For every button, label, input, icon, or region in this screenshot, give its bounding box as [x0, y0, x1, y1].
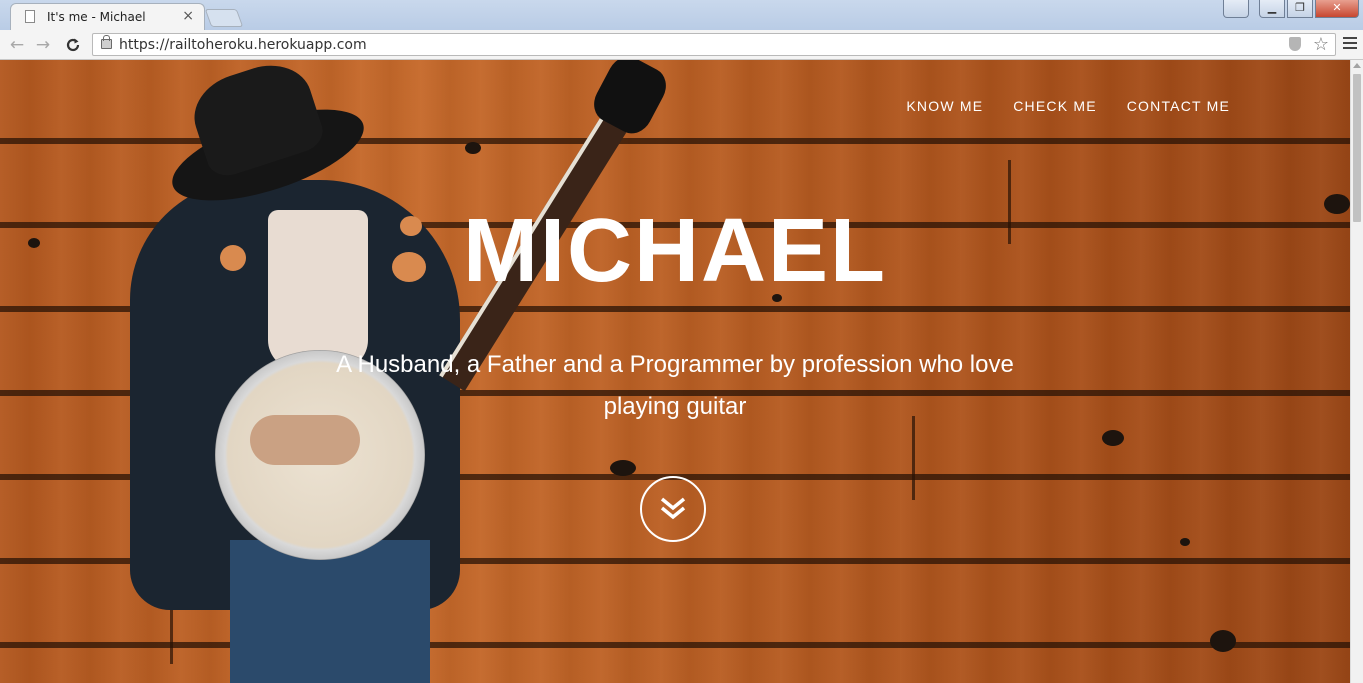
- close-window-button[interactable]: ✕: [1315, 0, 1359, 18]
- page-scrollbar[interactable]: [1350, 60, 1363, 683]
- url-text[interactable]: https://railtoheroku.herokuapp.com: [119, 37, 367, 53]
- reload-icon: [66, 38, 80, 52]
- hero-section: KNOW ME CHECK ME CONTACT ME MICHAEL A Hu…: [0, 60, 1350, 683]
- wood-knot: [1102, 430, 1124, 446]
- url-host: railtoheroku.herokuapp.com: [169, 37, 367, 53]
- hero-subtitle: A Husband, a Father and a Programmer by …: [336, 351, 1014, 420]
- scrollbar-thumb[interactable]: [1353, 74, 1361, 222]
- wood-knot: [1180, 538, 1190, 546]
- scroll-up-arrow-icon[interactable]: [1353, 63, 1361, 68]
- lock-icon: [101, 35, 112, 49]
- menu-icon[interactable]: [1343, 37, 1357, 51]
- hero-title: MICHAEL: [463, 201, 887, 301]
- scroll-down-button[interactable]: [640, 476, 706, 542]
- browser-window: It's me - Michael × ▁ ❐ ✕ ← → https://ra…: [0, 0, 1363, 683]
- nav-link-check-me[interactable]: CHECK ME: [1013, 98, 1097, 114]
- wood-knot: [1210, 630, 1236, 652]
- back-button[interactable]: ←: [6, 34, 28, 56]
- page-viewport: KNOW ME CHECK ME CONTACT ME MICHAEL A Hu…: [0, 60, 1363, 683]
- browser-tab[interactable]: It's me - Michael ×: [10, 3, 205, 31]
- address-bar[interactable]: https://railtoheroku.herokuapp.com ☆: [92, 33, 1336, 56]
- new-tab-button[interactable]: [204, 9, 244, 27]
- maximize-button[interactable]: ❐: [1287, 0, 1313, 18]
- tab-strip: It's me - Michael × ▁ ❐ ✕: [0, 0, 1363, 31]
- nav-link-contact-me[interactable]: CONTACT ME: [1127, 98, 1230, 114]
- nav-link-know-me[interactable]: KNOW ME: [906, 98, 983, 114]
- double-chevron-down-icon: [660, 497, 686, 520]
- page-favicon-icon: [25, 10, 35, 23]
- tab-title: It's me - Michael: [47, 10, 146, 24]
- browser-toolbar: ← → https://railtoheroku.herokuapp.com ☆: [0, 30, 1363, 60]
- shield-icon[interactable]: [1289, 37, 1301, 51]
- window-controls: ▁ ❐ ✕: [1223, 0, 1359, 18]
- site-nav: KNOW ME CHECK ME CONTACT ME: [906, 98, 1230, 114]
- person-jeans: [230, 540, 430, 683]
- url-scheme: https://: [119, 37, 170, 53]
- forward-button[interactable]: →: [32, 34, 54, 56]
- tab-close-icon[interactable]: ×: [182, 8, 194, 24]
- user-profile-button[interactable]: [1223, 0, 1249, 18]
- wood-seam: [912, 416, 915, 500]
- reload-button[interactable]: [62, 34, 84, 56]
- star-icon[interactable]: ☆: [1313, 34, 1329, 55]
- minimize-button[interactable]: ▁: [1259, 0, 1285, 18]
